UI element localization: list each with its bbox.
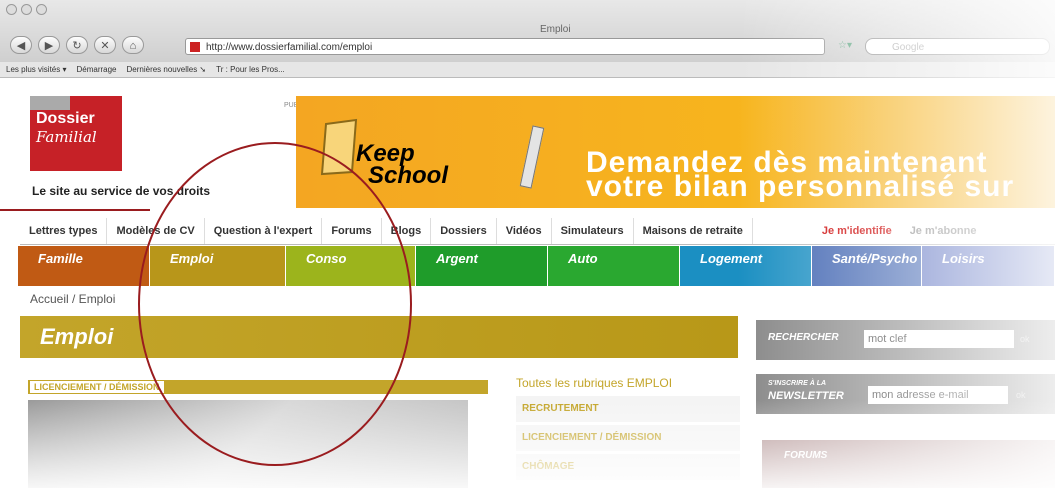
logo-text-familial: Familial	[36, 128, 97, 146]
window-title: Emploi	[540, 24, 571, 35]
forward-icon[interactable]: ▶	[38, 36, 60, 54]
site-logo[interactable]: Dossier Familial	[30, 96, 122, 171]
favicon-icon	[190, 42, 200, 52]
ad-banner[interactable]: Keep School Demandez dès maintenant votr…	[296, 96, 1055, 208]
tab-auto[interactable]: Auto	[548, 246, 680, 286]
newsletter-email-input[interactable]: mon adresse e-mail	[868, 386, 1008, 404]
browser-window: Emploi ◀ ▶ ↻ ✕ ⌂ http://www.dossierfamil…	[0, 0, 1055, 488]
topnav-item[interactable]: Lettres types	[20, 218, 108, 244]
forums-box[interactable]: FORUMS	[762, 440, 1055, 488]
section-label[interactable]: LICENCIEMENT / DÉMISSION	[30, 381, 164, 393]
tab-famille[interactable]: Famille	[18, 246, 150, 286]
newsletter-box: S'INSCRIRE À LA NEWSLETTER mon adresse e…	[756, 374, 1055, 414]
search-input[interactable]: mot clef	[864, 330, 1014, 348]
forums-label: FORUMS	[784, 450, 828, 461]
minimize-window-icon[interactable]	[21, 4, 32, 15]
rubrique-item[interactable]: LICENCIEMENT / DÉMISSION	[516, 425, 740, 451]
tab-logement[interactable]: Logement	[680, 246, 812, 286]
bookmark-item[interactable]: Les plus visités ▾	[6, 62, 66, 77]
window-controls	[6, 4, 47, 15]
newsletter-label-small: S'INSCRIRE À LA	[768, 380, 827, 387]
tab-sante-psycho[interactable]: Santé/Psycho	[812, 246, 922, 286]
search-box: RECHERCHER mot clef ok	[756, 320, 1055, 360]
ad-label: PUBLICITE	[284, 100, 320, 111]
zoom-window-icon[interactable]	[36, 4, 47, 15]
stop-icon[interactable]: ✕	[94, 36, 116, 54]
banner-headline-2: votre bilan personnalisé sur	[586, 170, 1015, 203]
topnav-item[interactable]: Dossiers	[431, 218, 497, 244]
back-icon[interactable]: ◀	[10, 36, 32, 54]
bookmarks-bar: Les plus visités ▾ Démarrage Dernières n…	[0, 62, 1055, 78]
browser-nav: ◀ ▶ ↻ ✕ ⌂	[10, 36, 144, 54]
bookmark-star-icon[interactable]: ☆▾	[838, 40, 852, 51]
home-icon[interactable]: ⌂	[122, 36, 144, 54]
callout-line	[0, 209, 150, 211]
topnav-item[interactable]: Maisons de retraite	[634, 218, 753, 244]
browser-titlebar: Emploi ◀ ▶ ↻ ✕ ⌂ http://www.dossierfamil…	[0, 0, 1055, 63]
rubrique-item[interactable]: CHÔMAGE	[516, 454, 740, 480]
bookmark-item[interactable]: Démarrage	[76, 62, 116, 77]
pen-icon	[519, 125, 545, 189]
reload-icon[interactable]: ↻	[66, 36, 88, 54]
tab-loisirs[interactable]: Loisirs	[922, 246, 1055, 286]
search-label: RECHERCHER	[768, 332, 839, 343]
topnav-item[interactable]: Simulateurs	[552, 218, 634, 244]
logo-text-dossier: Dossier	[36, 110, 95, 127]
bookmark-item[interactable]: Tr : Pour les Pros...	[216, 62, 285, 77]
url-text: http://www.dossierfamilial.com/emploi	[206, 42, 373, 53]
rubrique-item[interactable]: RECRUTEMENT	[516, 396, 740, 422]
highlight-circle	[138, 142, 412, 466]
tab-argent[interactable]: Argent	[416, 246, 548, 286]
logo-accent	[30, 96, 70, 110]
bookmark-item[interactable]: Dernières nouvelles ➘	[127, 62, 207, 77]
breadcrumb[interactable]: Accueil / Emploi	[30, 292, 115, 306]
banner-brand-school: School	[368, 162, 449, 189]
newsletter-ok-button[interactable]: ok	[1016, 390, 1026, 400]
topnav-item[interactable]: Vidéos	[497, 218, 552, 244]
rubriques-heading: Toutes les rubriques EMPLOI	[516, 376, 673, 390]
newsletter-label: NEWSLETTER	[768, 390, 844, 402]
address-bar[interactable]: http://www.dossierfamilial.com/emploi	[185, 38, 825, 55]
close-window-icon[interactable]	[6, 4, 17, 15]
browser-search-field[interactable]: Google	[865, 38, 1050, 55]
login-link[interactable]: Je m'identifie	[813, 218, 901, 244]
page-title: Emploi	[40, 324, 114, 349]
search-ok-button[interactable]: ok	[1020, 334, 1030, 344]
subscribe-link[interactable]: Je m'abonne	[901, 218, 986, 244]
